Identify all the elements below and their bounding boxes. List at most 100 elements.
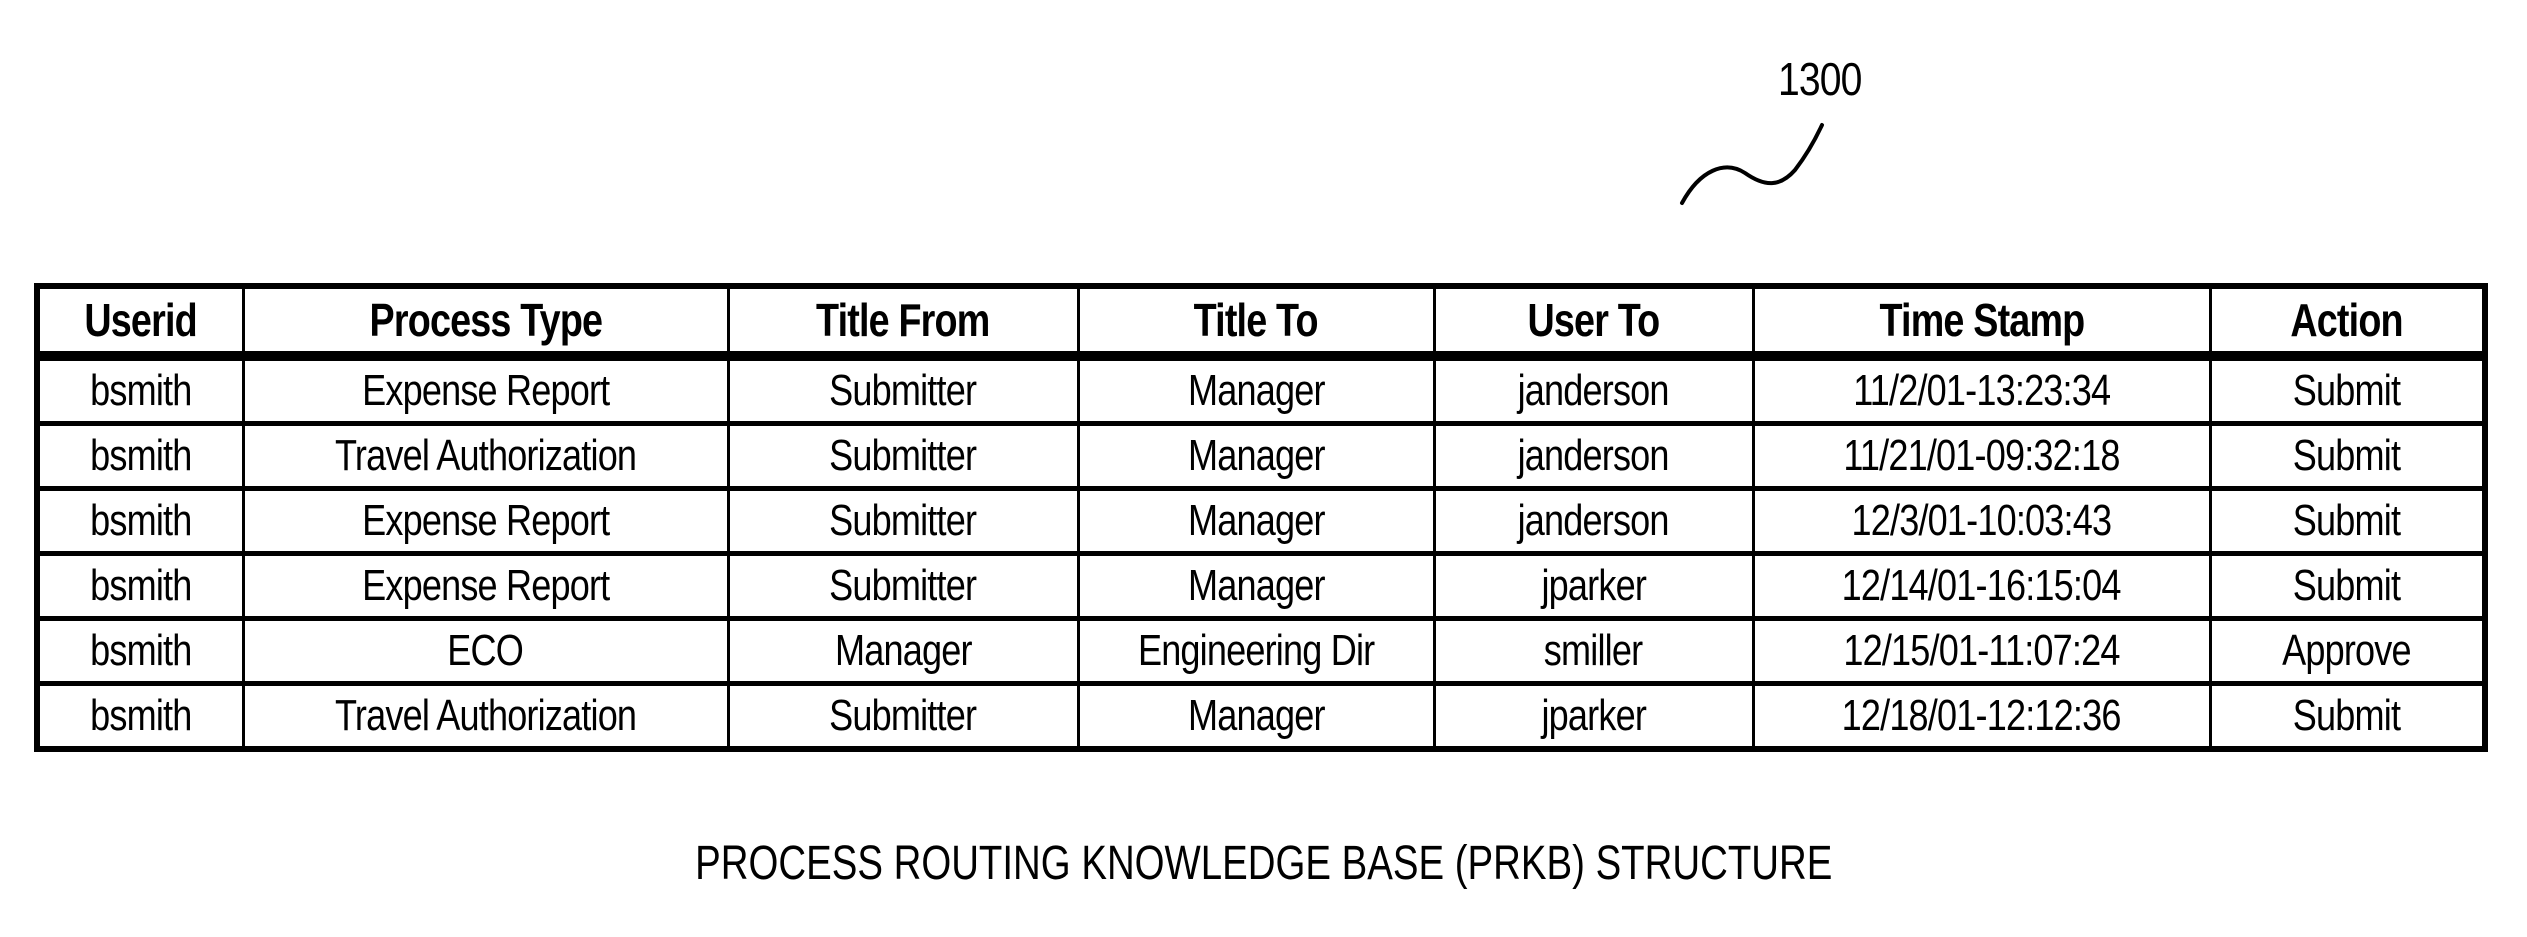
cell-action: Submit bbox=[2208, 356, 2487, 424]
table-row: bsmith Travel Authorization Submitter Manag… bbox=[35, 421, 2487, 489]
cell-userid: bsmith bbox=[35, 356, 245, 424]
table-row: bsmith Travel Authorization Submitter Manag… bbox=[35, 681, 2487, 749]
cell-title-to: Manager bbox=[1076, 486, 1436, 554]
cell-user-to: smiller bbox=[1432, 616, 1755, 684]
cell-text: Submit bbox=[2293, 561, 2401, 610]
cell-text: Submitter bbox=[829, 496, 977, 545]
cell-text: bsmith bbox=[90, 496, 192, 545]
cell-text: bsmith bbox=[90, 561, 192, 610]
figure-caption: PROCESS ROUTING KNOWLEDGE BASE (PRKB) ST… bbox=[0, 836, 2527, 891]
cell-title-to: Manager bbox=[1076, 551, 1436, 619]
cell-text: Manager bbox=[1187, 431, 1325, 480]
cell-text: janderson bbox=[1517, 366, 1670, 415]
column-header-process-type: Process Type bbox=[241, 286, 730, 361]
cell-text: Manager bbox=[1187, 496, 1325, 545]
cell-text: Expense Report bbox=[361, 496, 610, 545]
cell-title-from: Submitter bbox=[726, 421, 1080, 489]
cell-action: Approve bbox=[2208, 616, 2487, 684]
cell-action: Submit bbox=[2208, 681, 2487, 749]
cell-text: 12/15/01-11:07:24 bbox=[1843, 626, 2120, 675]
cell-userid: bsmith bbox=[35, 681, 245, 749]
cell-user-to: janderson bbox=[1432, 486, 1755, 554]
column-header-user-to: User To bbox=[1432, 286, 1755, 361]
column-header-title-to: Title To bbox=[1076, 286, 1436, 361]
cell-user-to: jparker bbox=[1432, 681, 1755, 749]
cell-text: bsmith bbox=[90, 431, 192, 480]
cell-title-from: Submitter bbox=[726, 681, 1080, 749]
cell-text: Travel Authorization bbox=[334, 691, 637, 740]
cell-action: Submit bbox=[2208, 421, 2487, 489]
cell-text: janderson bbox=[1517, 496, 1670, 545]
cell-text: jparker bbox=[1541, 691, 1646, 740]
cell-text: bsmith bbox=[90, 366, 192, 415]
cell-text: 11/2/01-13:23:34 bbox=[1852, 366, 2111, 415]
cell-text: Submit bbox=[2293, 691, 2401, 740]
cell-time-stamp: 12/18/01-12:12:36 bbox=[1751, 681, 2212, 749]
cell-user-to: janderson bbox=[1432, 356, 1755, 424]
cell-process-type: Travel Authorization bbox=[241, 421, 730, 489]
cell-text: Manager bbox=[1187, 366, 1325, 415]
cell-text: bsmith bbox=[90, 691, 192, 740]
column-header-time-stamp: Time Stamp bbox=[1751, 286, 2212, 361]
cell-text: bsmith bbox=[90, 626, 192, 675]
cell-text: Manager bbox=[834, 626, 972, 675]
cell-userid: bsmith bbox=[35, 421, 245, 489]
table-row: bsmith Expense Report Submitter Manager jand… bbox=[35, 356, 2487, 424]
table-row: bsmith ECO Manager Engineering Dir smiller 12… bbox=[35, 616, 2487, 684]
cell-title-from: Submitter bbox=[726, 486, 1080, 554]
cell-process-type: Expense Report bbox=[241, 356, 730, 424]
cell-text: Engineering Dir bbox=[1137, 626, 1375, 675]
cell-action: Submit bbox=[2208, 551, 2487, 619]
cell-title-from: Manager bbox=[726, 616, 1080, 684]
cell-time-stamp: 12/15/01-11:07:24 bbox=[1751, 616, 2212, 684]
cell-time-stamp: 11/21/01-09:32:18 bbox=[1751, 421, 2212, 489]
cell-text: smiller bbox=[1544, 626, 1643, 675]
squiggle-leader-icon bbox=[1680, 123, 1824, 205]
prkb-table: Userid Process Type Title From Title To … bbox=[34, 283, 2488, 752]
cell-text: 12/18/01-12:12:36 bbox=[1842, 691, 2122, 740]
table-row: bsmith Expense Report Submitter Manager jand… bbox=[35, 486, 2487, 554]
cell-time-stamp: 12/3/01-10:03:43 bbox=[1751, 486, 2212, 554]
column-header-userid: Userid bbox=[35, 286, 245, 361]
header-row: Userid Process Type Title From Title To … bbox=[35, 286, 2487, 361]
cell-userid: bsmith bbox=[35, 551, 245, 619]
cell-text: Manager bbox=[1187, 561, 1325, 610]
cell-title-to: Engineering Dir bbox=[1076, 616, 1436, 684]
cell-user-to: janderson bbox=[1432, 421, 1755, 489]
cell-text: Manager bbox=[1187, 691, 1325, 740]
cell-title-from: Submitter bbox=[726, 551, 1080, 619]
cell-text: Submit bbox=[2293, 366, 2401, 415]
cell-text: 12/14/01-16:15:04 bbox=[1842, 561, 2122, 610]
cell-process-type: Expense Report bbox=[241, 551, 730, 619]
cell-text: Approve bbox=[2282, 626, 2412, 675]
cell-time-stamp: 11/2/01-13:23:34 bbox=[1751, 356, 2212, 424]
cell-text: Submitter bbox=[829, 431, 977, 480]
cell-text: ECO bbox=[447, 626, 525, 675]
table-row: bsmith Expense Report Submitter Manager jpar… bbox=[35, 551, 2487, 619]
caption-text: PROCESS ROUTING KNOWLEDGE BASE (PRKB) ST… bbox=[694, 837, 1833, 890]
cell-process-type: Expense Report bbox=[241, 486, 730, 554]
cell-userid: bsmith bbox=[35, 486, 245, 554]
cell-text: janderson bbox=[1517, 431, 1670, 480]
cell-action: Submit bbox=[2208, 486, 2487, 554]
cell-text: Submit bbox=[2293, 496, 2401, 545]
cell-title-to: Manager bbox=[1076, 356, 1436, 424]
cell-title-from: Submitter bbox=[726, 356, 1080, 424]
cell-text: Submit bbox=[2293, 431, 2401, 480]
cell-text: 12/3/01-10:03:43 bbox=[1851, 496, 2113, 545]
cell-title-to: Manager bbox=[1076, 421, 1436, 489]
cell-text: 11/21/01-09:32:18 bbox=[1843, 431, 2120, 480]
cell-process-type: Travel Authorization bbox=[241, 681, 730, 749]
cell-text: jparker bbox=[1541, 561, 1646, 610]
cell-text: Expense Report bbox=[361, 366, 610, 415]
cell-process-type: ECO bbox=[241, 616, 730, 684]
cell-time-stamp: 12/14/01-16:15:04 bbox=[1751, 551, 2212, 619]
cell-text: Expense Report bbox=[361, 561, 610, 610]
column-header-title-from: Title From bbox=[726, 286, 1080, 361]
cell-text: Travel Authorization bbox=[334, 431, 637, 480]
column-header-action: Action bbox=[2208, 286, 2487, 361]
table-body: bsmith Expense Report Submitter Manager jand… bbox=[35, 356, 2487, 749]
cell-userid: bsmith bbox=[35, 616, 245, 684]
cell-title-to: Manager bbox=[1076, 681, 1436, 749]
cell-text: Submitter bbox=[829, 691, 977, 740]
